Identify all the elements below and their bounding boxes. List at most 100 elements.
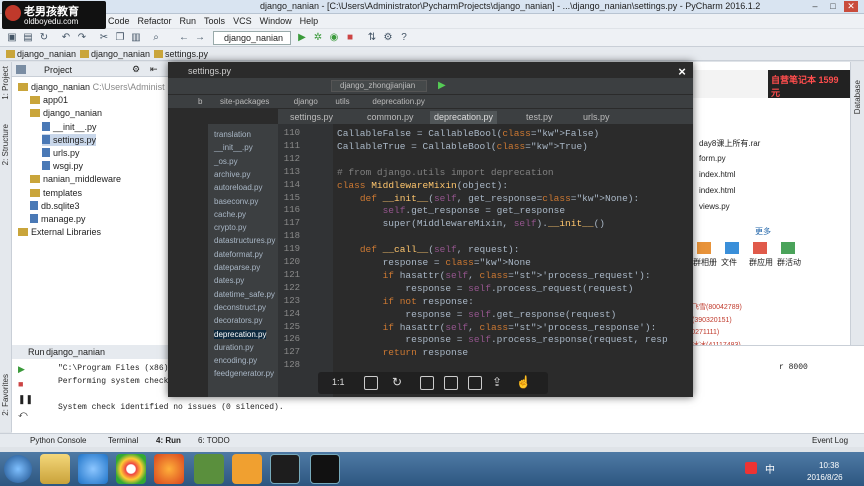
undo-icon[interactable]: ↶ bbox=[60, 32, 72, 44]
shared-file[interactable]: day8课上所有.rar bbox=[699, 138, 760, 149]
inner-file-item[interactable]: datetime_safe.py bbox=[214, 290, 275, 299]
explorer-icon[interactable] bbox=[40, 454, 70, 484]
crop-icon[interactable] bbox=[468, 376, 482, 390]
inner-file-item[interactable]: cache.py bbox=[214, 210, 246, 219]
chrome-icon[interactable] bbox=[116, 454, 146, 484]
notepad-icon[interactable] bbox=[194, 454, 224, 484]
actual-size-button[interactable]: 1:1 bbox=[332, 377, 345, 387]
ime-indicator[interactable]: 中 bbox=[765, 461, 775, 476]
cut-icon[interactable]: ✂ bbox=[98, 32, 110, 44]
tab-run[interactable]: 4: Run bbox=[156, 436, 181, 445]
minimize-button[interactable]: – bbox=[808, 1, 822, 12]
rotate-icon[interactable]: ↻ bbox=[392, 375, 402, 389]
save-icon[interactable]: ▤ bbox=[22, 32, 34, 44]
restore-icon[interactable]: ⤺ bbox=[18, 409, 28, 420]
inner-file-item[interactable]: encoding.py bbox=[214, 356, 257, 365]
tab-todo[interactable]: 6: TODO bbox=[198, 436, 230, 445]
stop-run-icon[interactable]: ■ bbox=[18, 379, 23, 389]
inner-file-item[interactable]: duration.py bbox=[214, 343, 254, 352]
vcs-icon[interactable]: ⇅ bbox=[366, 32, 378, 44]
tree-item[interactable]: __init__.py bbox=[42, 121, 97, 133]
stop-icon[interactable]: ■ bbox=[344, 32, 356, 44]
shared-file[interactable]: index.html bbox=[699, 186, 735, 195]
inner-file-item[interactable]: autoreload.py bbox=[214, 183, 262, 192]
crumb-package[interactable]: django_nanian bbox=[80, 48, 150, 60]
tree-item[interactable]: urls.py bbox=[42, 147, 80, 159]
group-tool-label[interactable]: 群应用 bbox=[749, 257, 773, 268]
menu-refactor[interactable]: Refactor bbox=[134, 14, 176, 28]
inner-file-item[interactable]: __init__.py bbox=[214, 143, 253, 152]
like-icon[interactable]: ☝ bbox=[516, 375, 531, 389]
tab-project[interactable]: 1: Project bbox=[1, 66, 10, 100]
shared-file[interactable]: views.py bbox=[699, 202, 730, 211]
cmd-icon[interactable] bbox=[310, 454, 340, 484]
editor-tab[interactable]: urls.py bbox=[579, 111, 614, 124]
inner-file-item[interactable]: archive.py bbox=[214, 170, 250, 179]
ie-icon[interactable] bbox=[78, 454, 108, 484]
inner-crumb[interactable]: site-packages bbox=[220, 97, 269, 106]
inner-file-item[interactable]: dateformat.py bbox=[214, 250, 263, 259]
run-icon[interactable]: ▶ bbox=[296, 32, 308, 44]
help-icon[interactable]: ? bbox=[398, 32, 410, 44]
pause-icon[interactable]: ❚❚ bbox=[18, 394, 33, 405]
tree-item[interactable]: templates bbox=[30, 187, 82, 199]
copy-icon[interactable]: ❐ bbox=[114, 32, 126, 44]
inner-file-item[interactable]: datastructures.py bbox=[214, 236, 275, 245]
group-tool-icon[interactable] bbox=[753, 242, 767, 254]
inner-file-item[interactable]: translation bbox=[214, 130, 251, 139]
shared-file[interactable]: form.py bbox=[699, 154, 726, 163]
share-icon[interactable]: ⇪ bbox=[492, 375, 502, 389]
inner-file-item[interactable]: deconstruct.py bbox=[214, 303, 266, 312]
tab-python-console[interactable]: Python Console bbox=[30, 436, 86, 445]
project-hide-icon[interactable]: ⇤ bbox=[150, 64, 158, 75]
editor-tab[interactable]: test.py bbox=[522, 111, 557, 124]
tree-item[interactable]: wsgi.py bbox=[42, 160, 83, 172]
media-icon[interactable] bbox=[232, 454, 262, 484]
inner-run-icon[interactable]: ▶ bbox=[438, 80, 446, 91]
viewer-close-button[interactable]: × bbox=[675, 65, 689, 79]
save-image-icon[interactable] bbox=[420, 376, 434, 390]
open-icon[interactable]: ▣ bbox=[6, 32, 18, 44]
group-tool-icon[interactable] bbox=[781, 242, 795, 254]
more-link[interactable]: 更多 bbox=[755, 226, 771, 237]
menu-tools[interactable]: Tools bbox=[200, 14, 229, 28]
group-tool-label[interactable]: 群活动 bbox=[777, 257, 801, 268]
menu-help[interactable]: Help bbox=[296, 14, 323, 28]
settings-icon[interactable]: ⚙ bbox=[382, 32, 394, 44]
menu-window[interactable]: Window bbox=[256, 14, 296, 28]
find-icon[interactable]: ⌕ bbox=[150, 32, 162, 44]
inner-file-item[interactable]: baseconv.py bbox=[214, 197, 258, 206]
group-tool-icon[interactable] bbox=[725, 242, 739, 254]
inner-run-config[interactable]: django_zhongjianjian bbox=[331, 80, 427, 92]
tree-item[interactable]: db.sqlite3 bbox=[30, 200, 80, 212]
inner-file-item[interactable]: dateparse.py bbox=[214, 263, 260, 272]
sogou-icon[interactable] bbox=[745, 462, 757, 474]
tree-item[interactable]: django_nanian C:\Users\Administ bbox=[18, 81, 165, 93]
crumb-file[interactable]: settings.py bbox=[154, 48, 208, 60]
editor-tab[interactable]: settings.py bbox=[286, 111, 337, 124]
inner-file-item[interactable]: crypto.py bbox=[214, 223, 246, 232]
tree-item[interactable]: nanian_middleware bbox=[30, 173, 121, 185]
forward-icon[interactable]: → bbox=[194, 32, 206, 44]
inner-file-item[interactable]: dates.py bbox=[214, 276, 244, 285]
tab-terminal[interactable]: Terminal bbox=[108, 436, 138, 445]
sync-icon[interactable]: ↻ bbox=[38, 32, 50, 44]
tab-event-log[interactable]: Event Log bbox=[812, 436, 848, 445]
firefox-icon[interactable] bbox=[154, 454, 184, 484]
inner-file-item[interactable]: _os.py bbox=[214, 157, 238, 166]
menu-vcs[interactable]: VCS bbox=[229, 14, 256, 28]
tab-favorites[interactable]: 2: Favorites bbox=[1, 374, 10, 416]
tree-item[interactable]: django_nanian bbox=[30, 107, 102, 119]
run-tab[interactable]: django_nanian bbox=[46, 347, 105, 357]
project-settings-icon[interactable]: ⚙ bbox=[132, 64, 140, 75]
group-tool-label[interactable]: 群相册 bbox=[693, 257, 717, 268]
debug-icon[interactable]: ✲ bbox=[312, 32, 324, 44]
project-label[interactable]: Project bbox=[44, 65, 72, 75]
editor-tab[interactable]: deprecation.py bbox=[430, 111, 498, 124]
redo-icon[interactable]: ↷ bbox=[76, 32, 88, 44]
shared-file[interactable]: index.html bbox=[699, 170, 735, 179]
back-icon[interactable]: ← bbox=[178, 32, 190, 44]
paste-icon[interactable]: ▥ bbox=[130, 32, 142, 44]
inner-crumb[interactable]: deprecation.py bbox=[372, 97, 424, 106]
tab-database[interactable]: Database bbox=[853, 80, 862, 114]
